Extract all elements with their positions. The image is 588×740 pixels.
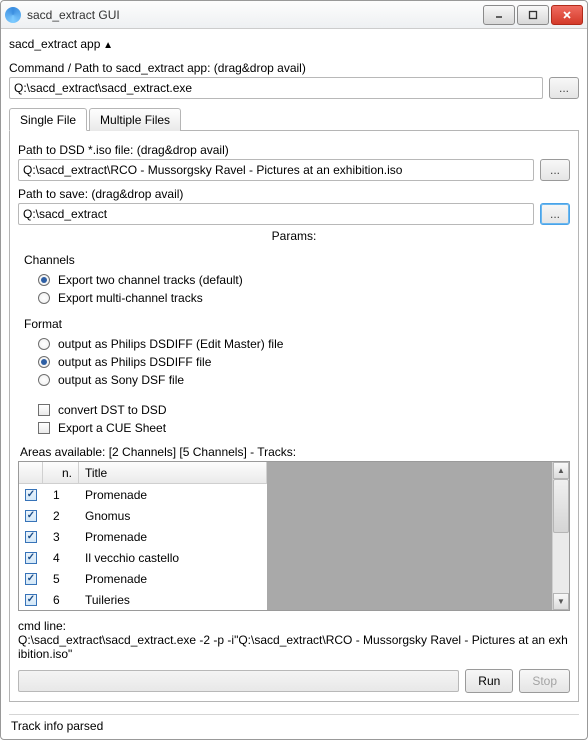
maximize-button[interactable]: [517, 5, 549, 25]
row-title: Il vecchio castello: [79, 551, 267, 565]
row-n: 1: [43, 488, 79, 502]
table-row[interactable]: 1Promenade: [19, 484, 267, 505]
scroll-up-icon[interactable]: ▲: [553, 462, 569, 479]
app-section-toggle[interactable]: sacd_extract app: [9, 35, 579, 55]
row-title: Tuileries: [79, 593, 267, 607]
table-row[interactable]: 5Promenade: [19, 568, 267, 589]
radio-dsdiff-label: output as Philips DSDIFF file: [58, 355, 211, 369]
radio-dsdiff-em[interactable]: [38, 338, 50, 350]
window-title: sacd_extract GUI: [27, 8, 483, 22]
format-heading: Format: [24, 317, 570, 331]
radio-dsdiff-em-label: output as Philips DSDIFF (Edit Master) f…: [58, 337, 283, 351]
areas-available-label: Areas available: [2 Channels] [5 Channel…: [20, 445, 570, 459]
titlebar[interactable]: sacd_extract GUI: [1, 1, 587, 29]
tab-multiple-files[interactable]: Multiple Files: [89, 108, 181, 131]
tab-bar: Single File Multiple Files: [9, 107, 579, 131]
table-header: n. Title: [19, 462, 267, 484]
row-title: Promenade: [79, 572, 267, 586]
row-n: 4: [43, 551, 79, 565]
row-n: 5: [43, 572, 79, 586]
row-title: Gnomus: [79, 509, 267, 523]
status-bar: Track info parsed: [9, 714, 579, 735]
row-check[interactable]: [25, 573, 37, 585]
minimize-button[interactable]: [483, 5, 515, 25]
check-cue-label: Export a CUE Sheet: [58, 421, 166, 435]
radio-dsf-label: output as Sony DSF file: [58, 373, 184, 387]
run-button[interactable]: Run: [465, 669, 513, 693]
channels-heading: Channels: [24, 253, 570, 267]
tab-single-file[interactable]: Single File: [9, 108, 87, 131]
iso-path-input[interactable]: [18, 159, 534, 181]
row-title: Promenade: [79, 530, 267, 544]
row-n: 6: [43, 593, 79, 607]
app-icon: [5, 7, 21, 23]
radio-two-channel[interactable]: [38, 274, 50, 286]
radio-two-channel-label: Export two channel tracks (default): [58, 273, 243, 287]
row-check[interactable]: [25, 531, 37, 543]
row-check[interactable]: [25, 489, 37, 501]
table-row[interactable]: 6Tuileries: [19, 589, 267, 610]
save-path-input[interactable]: [18, 203, 534, 225]
tab-body-single: Path to DSD *.iso file: (drag&drop avail…: [9, 131, 579, 702]
browse-save-button[interactable]: ...: [540, 203, 570, 225]
close-button[interactable]: [551, 5, 583, 25]
table-row[interactable]: 4Il vecchio castello: [19, 547, 267, 568]
stop-button: Stop: [519, 669, 570, 693]
save-label: Path to save: (drag&drop avail): [18, 187, 570, 201]
check-dst[interactable]: [38, 404, 50, 416]
table-row[interactable]: 3Promenade: [19, 526, 267, 547]
command-label: Command / Path to sacd_extract app: (dra…: [9, 61, 579, 75]
radio-dsdiff[interactable]: [38, 356, 50, 368]
scrollbar[interactable]: ▲ ▼: [552, 462, 569, 610]
radio-multi-channel-label: Export multi-channel tracks: [58, 291, 203, 305]
cmd-line-label: cmd line:: [18, 619, 570, 633]
col-check[interactable]: [19, 462, 43, 483]
table-row[interactable]: 2Gnomus: [19, 505, 267, 526]
row-n: 3: [43, 530, 79, 544]
col-n[interactable]: n.: [43, 462, 79, 483]
radio-dsf[interactable]: [38, 374, 50, 386]
tracks-table: n. Title 1Promenade2Gnomus3Promenade4Il …: [18, 461, 570, 611]
row-title: Promenade: [79, 488, 267, 502]
col-title[interactable]: Title: [79, 462, 267, 483]
command-path-input[interactable]: [9, 77, 543, 99]
radio-multi-channel[interactable]: [38, 292, 50, 304]
row-check[interactable]: [25, 552, 37, 564]
scroll-thumb[interactable]: [553, 479, 569, 533]
row-check[interactable]: [25, 594, 37, 606]
check-dst-label: convert DST to DSD: [58, 403, 166, 417]
browse-command-button[interactable]: ...: [549, 77, 579, 99]
row-check[interactable]: [25, 510, 37, 522]
iso-label: Path to DSD *.iso file: (drag&drop avail…: [18, 143, 570, 157]
params-heading: Params:: [18, 225, 570, 245]
browse-iso-button[interactable]: ...: [540, 159, 570, 181]
scroll-down-icon[interactable]: ▼: [553, 593, 569, 610]
progress-bar: [18, 670, 459, 692]
row-n: 2: [43, 509, 79, 523]
cmd-line-text: Q:\sacd_extract\sacd_extract.exe -2 -p -…: [18, 633, 570, 661]
check-cue[interactable]: [38, 422, 50, 434]
